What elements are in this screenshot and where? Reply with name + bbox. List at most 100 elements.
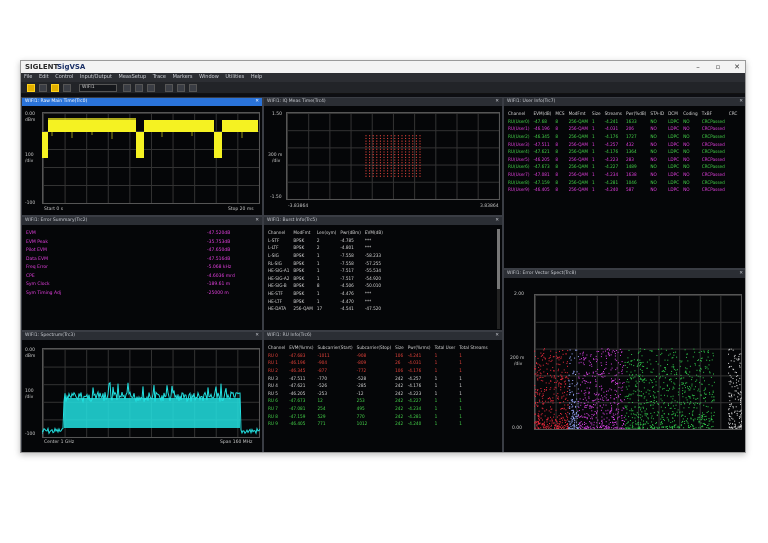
table-row[interactable]: RU 4 -47.621 -526 -285 242 -4.176 1 1	[266, 382, 490, 390]
table-row[interactable]: HE-LTF BPSK 1 -4.470 ***	[266, 297, 385, 305]
maximize-icon[interactable]: ▫	[709, 61, 727, 73]
table-row[interactable]: RU(User8) -47.159 8 256-QAM 1 -4.281 1046 NO LDP…	[506, 178, 739, 186]
raw-main-time-panel[interactable]: WIFI1: Raw Main Time(Trc0) ✕ 0.00 dBm 100…	[21, 97, 263, 216]
close-icon[interactable]: ✕	[495, 98, 499, 106]
column-header[interactable]: ModFmt	[291, 229, 314, 237]
column-header[interactable]: Subcarrier(Stop)	[355, 344, 393, 352]
panel-header[interactable]: WIFI1: RU Info(Trc6) ✕	[264, 332, 502, 340]
menu-meassetup[interactable]: MeasSetup	[119, 74, 147, 80]
panel-header[interactable]: WIFI1: Burst Info(Trc5) ✕	[264, 217, 502, 225]
table-row[interactable]: RU 7 -47.081 254 495 242 -4.234 1 1	[266, 405, 490, 413]
table-row[interactable]: HE-STF BPSK 1 -4.476 ***	[266, 290, 385, 298]
table-row[interactable]: RU 9 -46.405 771 1012 242 -4.240 1 1	[266, 420, 490, 428]
panel-header[interactable]: WIFI1: IQ Meas Time(Trc4) ✕	[264, 98, 502, 106]
column-header[interactable]: STA-ID	[648, 110, 666, 118]
column-header[interactable]: Channel	[266, 344, 287, 352]
menu-input-output[interactable]: Input/Output	[80, 74, 112, 80]
menu-file[interactable]: File	[24, 74, 32, 80]
error-vector-spectrum-panel[interactable]: WIFI1: Error Vector Spect(Trc8) ✕ 2.00 20…	[503, 269, 745, 452]
column-header[interactable]: Pwr(%rms)	[406, 344, 433, 352]
column-header[interactable]: EVM(dB)	[531, 110, 553, 118]
column-header[interactable]: ModFmt	[567, 110, 590, 118]
panel-header[interactable]: WIFI1: Error Vector Spect(Trc8) ✕	[504, 270, 745, 278]
column-header[interactable]: MCS	[553, 110, 566, 118]
table-row[interactable]: RU(User6) -47.673 8 256-QAM 1 -4.227 1489 NO LDP…	[506, 163, 739, 171]
column-header[interactable]: TxBF	[700, 110, 727, 118]
table-row[interactable]: RU 1 -46.196 -904 -809 26 -4.031 1 1	[266, 359, 490, 367]
pause-icon[interactable]	[39, 84, 47, 92]
table-row[interactable]: RU 2 -46.345 -877 -772 106 -4.176 1 1	[266, 367, 490, 375]
column-header[interactable]: Channel	[506, 110, 531, 118]
table-row[interactable]: RU(User0) -47.68 8 256-QAM 1 -4.241 1633 NO LDPC…	[506, 118, 739, 126]
column-header[interactable]: Channel	[266, 229, 291, 237]
zoom-out-icon[interactable]	[177, 84, 185, 92]
layout-1-icon[interactable]	[123, 84, 131, 92]
menu-markers[interactable]: Markers	[173, 74, 193, 80]
close-icon[interactable]: ✕	[255, 332, 259, 340]
column-header[interactable]: DCM	[666, 110, 681, 118]
column-header[interactable]: Pwr(dBm)	[338, 229, 363, 237]
panel-header[interactable]: WIFI1: Raw Main Time(Trc0) ✕	[22, 98, 262, 106]
scrollbar[interactable]	[497, 229, 500, 329]
error-summary-panel[interactable]: WIFI1: Error Summary(Trc2) ✕ EVM -47.520dB…	[21, 216, 263, 331]
column-header[interactable]: Size	[393, 344, 406, 352]
layout-2-icon[interactable]	[135, 84, 143, 92]
table-row[interactable]: RU 8 -47.159 529 770 242 -4.281 1 1	[266, 412, 490, 420]
column-header[interactable]: Pwr(%dB)	[624, 110, 648, 118]
table-row[interactable]: HE-SIG-A2 BPSK 1 -7.517 -54.920	[266, 275, 385, 283]
table-row[interactable]: RU 0 -47.683 -1011 -908 106 -4.241 1 1	[266, 352, 490, 360]
table-row[interactable]: RU 5 -46.205 -253 -12 242 -4.223 1 1	[266, 390, 490, 398]
column-header[interactable]: EVM(dB)	[363, 229, 385, 237]
close-icon[interactable]: ✕	[728, 61, 745, 73]
column-header[interactable]: Len(sym)	[315, 229, 339, 237]
column-header[interactable]: Streams	[603, 110, 624, 118]
panel-header[interactable]: WIFI1: User Info(Trc7) ✕	[504, 98, 745, 106]
table-row[interactable]: L-STF BPSK 2 -4.785 ***	[266, 237, 385, 245]
column-header[interactable]: Total Streams	[457, 344, 489, 352]
table-row[interactable]: RU(User1) -46.196 8 256-QAM 1 -4.031 206 NO LDPC…	[506, 125, 739, 133]
column-header[interactable]: Subcarrier(Start)	[315, 344, 354, 352]
play-icon[interactable]	[27, 84, 35, 92]
close-icon[interactable]: ✕	[495, 332, 499, 340]
minimize-icon[interactable]: –	[689, 61, 707, 73]
close-icon[interactable]: ✕	[739, 98, 743, 106]
table-row[interactable]: HE-SIG-A1 BPSK 1 -7.517 -55.534	[266, 267, 385, 275]
table-row[interactable]: RU(User3) -47.511 8 256-QAM 1 -4.257 432 NO LDPC…	[506, 140, 739, 148]
column-header[interactable]: CRC	[727, 110, 740, 118]
restart-icon[interactable]	[63, 84, 71, 92]
single-run-icon[interactable]	[51, 84, 59, 92]
close-icon[interactable]: ✕	[255, 98, 259, 106]
column-header[interactable]: EVM(%rms)	[287, 344, 315, 352]
table-row[interactable]: RU(User5) -46.205 8 256-QAM 1 -4.223 283 NO LDPC…	[506, 156, 739, 164]
close-icon[interactable]: ✕	[495, 217, 499, 225]
column-header[interactable]: Coding	[681, 110, 700, 118]
layout-3-icon[interactable]	[147, 84, 155, 92]
table-row[interactable]: HE-DATA 256-QAM 17 -4.541 -47.520	[266, 305, 385, 313]
spectrum-panel[interactable]: WIFI1: Spectrum(Trc3) ✕ 0.00 dBm 100 /div…	[21, 331, 263, 452]
table-row[interactable]: RU(User7) -47.081 8 256-QAM 1 -4.234 1638 NO LDP…	[506, 171, 739, 179]
table-row[interactable]: RU 6 -47.673 12 253 242 -4.227 1 1	[266, 397, 490, 405]
menu-utilities[interactable]: Utilities	[225, 74, 244, 80]
iq-meas-time-panel[interactable]: WIFI1: IQ Meas Time(Trc4) ✕ 1.50 300 m /d…	[263, 97, 503, 216]
column-header[interactable]: Size	[590, 110, 603, 118]
ru-info-panel[interactable]: WIFI1: RU Info(Trc6) ✕ Channel EVM(%rms) Su…	[263, 331, 503, 452]
panel-header[interactable]: WIFI1: Error Summary(Trc2) ✕	[22, 217, 262, 225]
table-row[interactable]: RU(User4) -47.621 8 256-QAM 1 -4.176 1364 NO LDP…	[506, 148, 739, 156]
table-row[interactable]: HE-SIG-B BPSK 8 -4.506 -50.010	[266, 282, 385, 290]
menu-window[interactable]: Window	[199, 74, 219, 80]
measurement-select[interactable]: WIFI1	[79, 84, 117, 92]
burst-info-panel[interactable]: WIFI1: Burst Info(Trc5) ✕ Channel ModFmt Le…	[263, 216, 503, 331]
menu-edit[interactable]: Edit	[39, 74, 49, 80]
table-row[interactable]: L-SIG BPSK 1 -7.558 -58.233	[266, 252, 385, 260]
table-row[interactable]: RU(User9) -46.405 8 256-QAM 1 -4.240 587 NO LDPC…	[506, 186, 739, 194]
menu-help[interactable]: Help	[251, 74, 262, 80]
column-header[interactable]: Total User	[433, 344, 458, 352]
menu-control[interactable]: Control	[55, 74, 73, 80]
table-row[interactable]: L-LTF BPSK 2 -4.801 ***	[266, 244, 385, 252]
user-info-panel[interactable]: WIFI1: User Info(Trc7) ✕ Channel EVM(dB) MC…	[503, 97, 745, 269]
panel-header[interactable]: WIFI1: Spectrum(Trc3) ✕	[22, 332, 262, 340]
close-icon[interactable]: ✕	[255, 217, 259, 225]
table-row[interactable]: RU 3 -47.511 -770 -528 242 -4.257 1 1	[266, 374, 490, 382]
close-icon[interactable]: ✕	[739, 270, 743, 278]
table-row[interactable]: RU(User2) -46.345 8 256-QAM 1 -4.176 1727 NO LDP…	[506, 133, 739, 141]
